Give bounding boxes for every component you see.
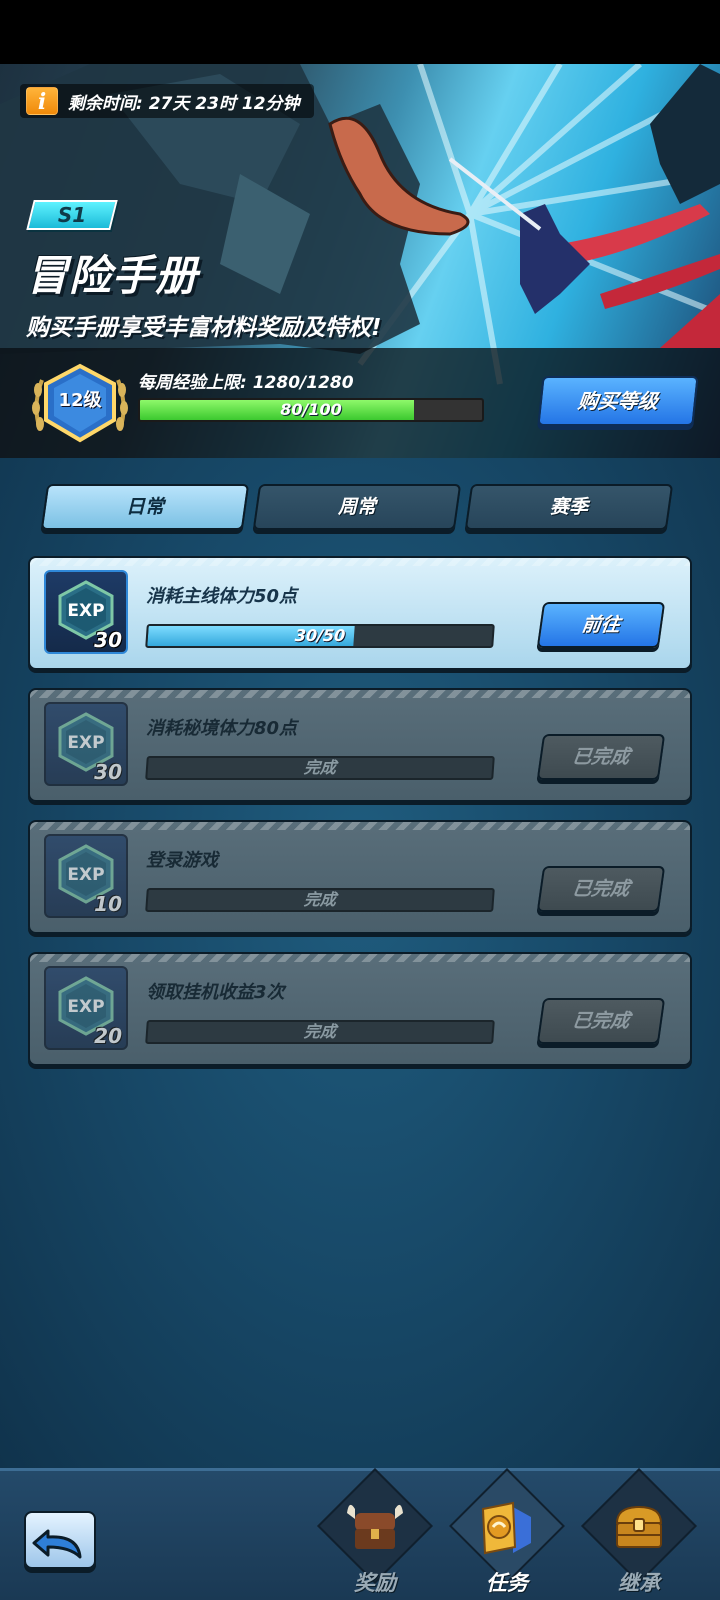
task-card: EXP 10 登录游戏完成 已完成 (28, 820, 692, 934)
tab-season[interactable]: 赛季 (464, 484, 674, 530)
task-badge-icon (481, 1501, 531, 1555)
exp-amount: 30 (94, 760, 122, 784)
bottom-nav-bar: 奖励 任务 继承 (0, 1468, 720, 1600)
exp-progress-text: 80/100 (280, 400, 342, 419)
remaining-time-pill: i 剩余时间: 27天 23时 12分钟 (20, 84, 314, 118)
task-name: 消耗秘境体力80点 (146, 718, 298, 739)
info-icon[interactable]: i (26, 87, 58, 115)
exp-icon-text: EXP (67, 865, 104, 885)
card-top-border (30, 822, 690, 830)
nav-rewards[interactable]: 奖励 (317, 1468, 433, 1600)
task-progress-text: 完成 (303, 1022, 337, 1041)
remaining-time-text: 剩余时间: 27天 23时 12分钟 (68, 93, 300, 114)
status-bar (0, 0, 720, 64)
card-top-border (30, 558, 690, 566)
nav-inherit-label: 继承 (618, 1571, 660, 1595)
task-name: 消耗主线体力50点 (146, 586, 298, 607)
task-panel: 日常 周常 赛季 EXP 30 消耗主线体力50点 30/50 前往 EXP 30 消耗秘境体… (0, 458, 720, 1468)
task-card: EXP 30 消耗秘境体力80点 完成 已完成 (28, 688, 692, 802)
back-button[interactable] (24, 1511, 96, 1569)
tab-daily[interactable]: 日常 (40, 484, 250, 530)
tab-weekly-label: 周常 (337, 496, 376, 518)
completed-button[interactable]: 已完成 (536, 734, 666, 780)
exp-amount: 30 (94, 628, 122, 652)
exp-progress-bar: 80/100 (138, 398, 484, 422)
tab-season-label: 赛季 (549, 496, 588, 518)
task-progress-bar: 完成 (145, 756, 495, 780)
exp-reward-icon: EXP 30 (44, 702, 128, 786)
completed-button[interactable]: 已完成 (536, 866, 666, 912)
season-badge: S1 (26, 200, 118, 230)
nav-inherit[interactable]: 继承 (581, 1468, 697, 1600)
level-strip: 12级 每周经验上限: 1280/1280 80/100 购买等级 (0, 348, 720, 458)
task-card: EXP 30 消耗主线体力50点 30/50 前往 (28, 556, 692, 670)
task-name: 领取挂机收益3次 (146, 982, 285, 1003)
exp-reward-icon: EXP 10 (44, 834, 128, 918)
task-card: EXP 20 领取挂机收益3次 完成 已完成 (28, 952, 692, 1066)
buy-level-button[interactable]: 购买等级 (537, 376, 699, 426)
task-progress-bar: 完成 (145, 888, 495, 912)
season-label: S1 (57, 203, 87, 227)
exp-reward-icon: EXP 30 (44, 570, 128, 654)
nav-rewards-label: 奖励 (354, 1571, 396, 1595)
banner-subtitle: 购买手册享受丰富材料奖励及特权! (26, 315, 382, 341)
tab-weekly[interactable]: 周常 (252, 484, 462, 530)
treasure-chest-icon (615, 1505, 663, 1548)
nav-tasks-label: 任务 (486, 1571, 528, 1595)
chest-viking-icon (347, 1504, 403, 1549)
exp-icon-text: EXP (67, 997, 104, 1017)
exp-icon-text: EXP (67, 733, 104, 753)
weekly-exp-cap-label: 每周经验上限: 1280/1280 (138, 373, 354, 393)
task-progress-bar: 完成 (145, 1020, 495, 1044)
card-top-border (30, 954, 690, 962)
card-top-border (30, 690, 690, 698)
go-button[interactable]: 前往 (536, 602, 666, 648)
exp-amount: 20 (94, 1024, 122, 1048)
adventure-book-banner: i 剩余时间: 27天 23时 12分钟 S1 冒险手册 购买手册享受丰富材料奖… (0, 64, 720, 458)
task-progress-text: 30/50 (294, 626, 346, 645)
task-progress-text: 完成 (303, 890, 337, 909)
exp-icon-text: EXP (67, 601, 104, 621)
tab-daily-label: 日常 (125, 496, 164, 518)
task-name: 登录游戏 (146, 850, 218, 871)
nav-tasks[interactable]: 任务 (449, 1468, 565, 1600)
task-progress-bar: 30/50 (145, 624, 495, 648)
completed-button[interactable]: 已完成 (536, 998, 666, 1044)
exp-reward-icon: EXP 20 (44, 966, 128, 1050)
task-progress-text: 完成 (303, 758, 337, 777)
back-arrow-icon (32, 1529, 82, 1559)
page-title: 冒险手册 (26, 251, 199, 300)
level-value: 12级 (58, 390, 102, 411)
exp-amount: 10 (94, 892, 122, 916)
